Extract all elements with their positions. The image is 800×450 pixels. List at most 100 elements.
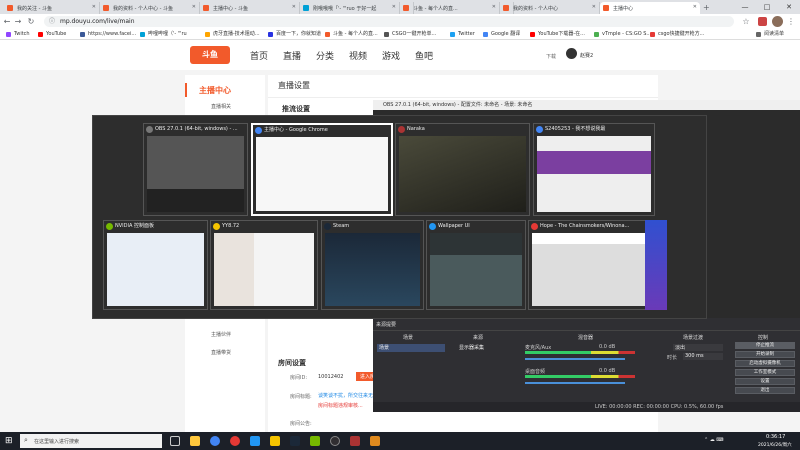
switcher-item-app-icon[interactable] [645, 220, 667, 310]
sidebar-item-commerce[interactable]: 直播带货 [211, 349, 231, 356]
new-tab-button[interactable]: + [703, 3, 710, 12]
switcher-item-wallpaper[interactable]: Wallpaper UI [426, 220, 526, 310]
maximize-button[interactable]: □ [756, 0, 778, 14]
back-button[interactable]: ← [2, 14, 12, 29]
minimize-button[interactable]: — [734, 0, 756, 14]
chrome-icon [255, 127, 262, 134]
bookmark-item[interactable]: 百度一下，你就知道 [268, 29, 321, 40]
reading-list[interactable]: 阅读清单 [756, 29, 784, 40]
reload-button[interactable]: ↻ [26, 14, 36, 29]
bookmark-item[interactable]: https://www.facei... [80, 29, 136, 40]
scene-item[interactable]: 场景 [377, 344, 445, 352]
obs-icon[interactable] [330, 436, 340, 446]
chrome-icon [536, 126, 543, 133]
settings-button[interactable]: 设置 [735, 378, 795, 385]
close-icon[interactable]: ✕ [292, 4, 296, 10]
tab[interactable]: 主播中心 - 斗鱼 ✕ [200, 2, 300, 14]
switcher-item-naraka[interactable]: Naraka [395, 123, 530, 216]
steam-icon[interactable] [290, 436, 300, 446]
nvidia-icon[interactable] [310, 436, 320, 446]
studio-mode-button[interactable]: 工作室模式 [735, 369, 795, 376]
switcher-item-steam[interactable]: Steam [321, 220, 424, 310]
clock-time[interactable]: 0:36:17 [766, 434, 785, 440]
clock-date[interactable]: 2021/6/26/周六 [758, 442, 792, 448]
douyu-logo[interactable]: 斗鱼 [190, 46, 230, 64]
close-icon[interactable]: ✕ [592, 4, 596, 10]
close-icon[interactable]: ✕ [693, 4, 697, 10]
bookmark-item[interactable]: YouTube下载器-在... [530, 29, 585, 40]
chrome-icon[interactable] [210, 436, 220, 446]
file-explorer-icon[interactable] [190, 436, 200, 446]
tab[interactable]: 刚哦哦哦「'- '"ruo 于好一起 ✕ [300, 2, 400, 14]
stop-streaming-button[interactable]: 停止推流 [735, 342, 795, 349]
nav-yuba[interactable]: 鱼吧 [415, 49, 433, 62]
close-icon[interactable]: ✕ [392, 4, 396, 10]
yy-icon[interactable] [270, 436, 280, 446]
menu-icon[interactable]: ⋮ [786, 14, 796, 29]
switcher-title: NVIDIA 控制面板 [115, 223, 154, 229]
room-title-warning: 房间标题违规审核... [318, 403, 363, 409]
bookmark-item[interactable]: CSGO一键开枪单... [384, 29, 436, 40]
mic-volume-slider[interactable] [525, 358, 625, 360]
switcher-item-obs[interactable]: OBS 27.0.1 (64-bit, windows) - ... [143, 123, 248, 216]
obs-titlebar: OBS 27.0.1 (64-bit, windows) - 配置文件: 未命名… [373, 100, 800, 110]
naraka-icon[interactable] [350, 436, 360, 446]
bookmark-item[interactable]: 哔哩哔哩（'- '"ru [140, 29, 187, 40]
bookmark-item[interactable]: vTmple - CS:GO S... [594, 29, 651, 40]
room-settings-heading: 房间设置 [278, 359, 306, 367]
sidebar-item-partner[interactable]: 主播伙伴 [211, 331, 231, 338]
tab-title: 主播中心 - 斗鱼 [213, 6, 248, 12]
bookmark-item[interactable]: Twitch [6, 29, 30, 40]
bookmark-item[interactable]: Twitter [450, 29, 475, 40]
close-icon[interactable]: ✕ [192, 4, 196, 10]
close-icon[interactable]: ✕ [92, 4, 96, 10]
tab[interactable]: 我的资料 - 个人中心 - 斗鱼 ✕ [100, 2, 200, 14]
tray-icons[interactable]: ⌃ ☁ ⌨ [704, 437, 724, 443]
windows-start-icon[interactable]: ⊞ [5, 436, 13, 446]
tab[interactable]: 我的资料 - 个人中心 ✕ [500, 2, 600, 14]
bookmark-star-icon[interactable]: ☆ [741, 14, 751, 29]
tab[interactable]: 我的关注 - 斗鱼 ✕ [4, 2, 100, 14]
bookmark-item[interactable]: Google 翻译 [483, 29, 520, 40]
sidebar-item-live[interactable]: 直播相关 [211, 103, 231, 110]
switcher-item-chrome[interactable]: 主播中心 - Google Chrome [251, 123, 393, 216]
close-window-button[interactable]: ✕ [778, 0, 800, 14]
wallpaper-engine-icon[interactable] [250, 436, 260, 446]
user-avatar[interactable] [566, 48, 577, 59]
task-view-icon[interactable] [170, 436, 180, 446]
switcher-item-yy[interactable]: YY8.72 [210, 220, 318, 310]
nav-video[interactable]: 视频 [349, 49, 367, 62]
virtual-camera-button[interactable]: 启动虚拟摄像机 [735, 360, 795, 367]
taskbar-search-box[interactable]: ⌕ 在这里输入进行搜索 [20, 434, 162, 448]
bookmark-item[interactable]: YouTube [38, 29, 66, 40]
avatar[interactable] [772, 16, 783, 27]
desktop-volume-slider[interactable] [525, 382, 625, 384]
duration-label: 时长 [667, 355, 678, 361]
user-name[interactable]: 赵赛2 [580, 52, 593, 59]
url-input[interactable]: ⓘ mp.douyu.com/live/main [44, 16, 734, 27]
switcher-item-music[interactable]: Hope - The Chainsmokers/Winona... [528, 220, 656, 310]
switcher-item-game-page[interactable]: S2405253 - 我不想说我最 [533, 123, 655, 216]
switcher-item-nvidia[interactable]: NVIDIA 控制面板 [103, 220, 208, 310]
nav-category[interactable]: 分类 [316, 49, 334, 62]
netease-music-icon[interactable] [230, 436, 240, 446]
dock-controls-header: 控制 [758, 335, 769, 341]
duration-input[interactable]: 300 ms [683, 353, 723, 360]
bookmark-item[interactable]: csgo快捷键开枪方... [650, 29, 704, 40]
download-link[interactable]: 下载 [546, 53, 556, 60]
forward-button[interactable]: → [13, 14, 23, 29]
extension-icon[interactable] [758, 17, 767, 26]
nav-game[interactable]: 游戏 [382, 49, 400, 62]
nav-home[interactable]: 首页 [250, 49, 268, 62]
exit-button[interactable]: 退出 [735, 387, 795, 394]
start-recording-button[interactable]: 开始录制 [735, 351, 795, 358]
bookmark-item[interactable]: 斗鱼 - 每个人的直... [325, 29, 378, 40]
transition-select[interactable]: 淡出 [673, 344, 723, 351]
nav-live[interactable]: 直播 [283, 49, 301, 62]
bookmark-item[interactable]: 虎牙直播-技术阻动... [205, 29, 260, 40]
tab-active[interactable]: 主播中心 ✕ [600, 2, 700, 14]
app-icon[interactable] [370, 436, 380, 446]
site-info-icon[interactable]: ⓘ [49, 16, 55, 27]
source-item[interactable]: 显示器采集 [449, 344, 519, 352]
address-bar-row: ← → ↻ ⓘ mp.douyu.com/live/main ☆ ⋮ [0, 14, 800, 29]
